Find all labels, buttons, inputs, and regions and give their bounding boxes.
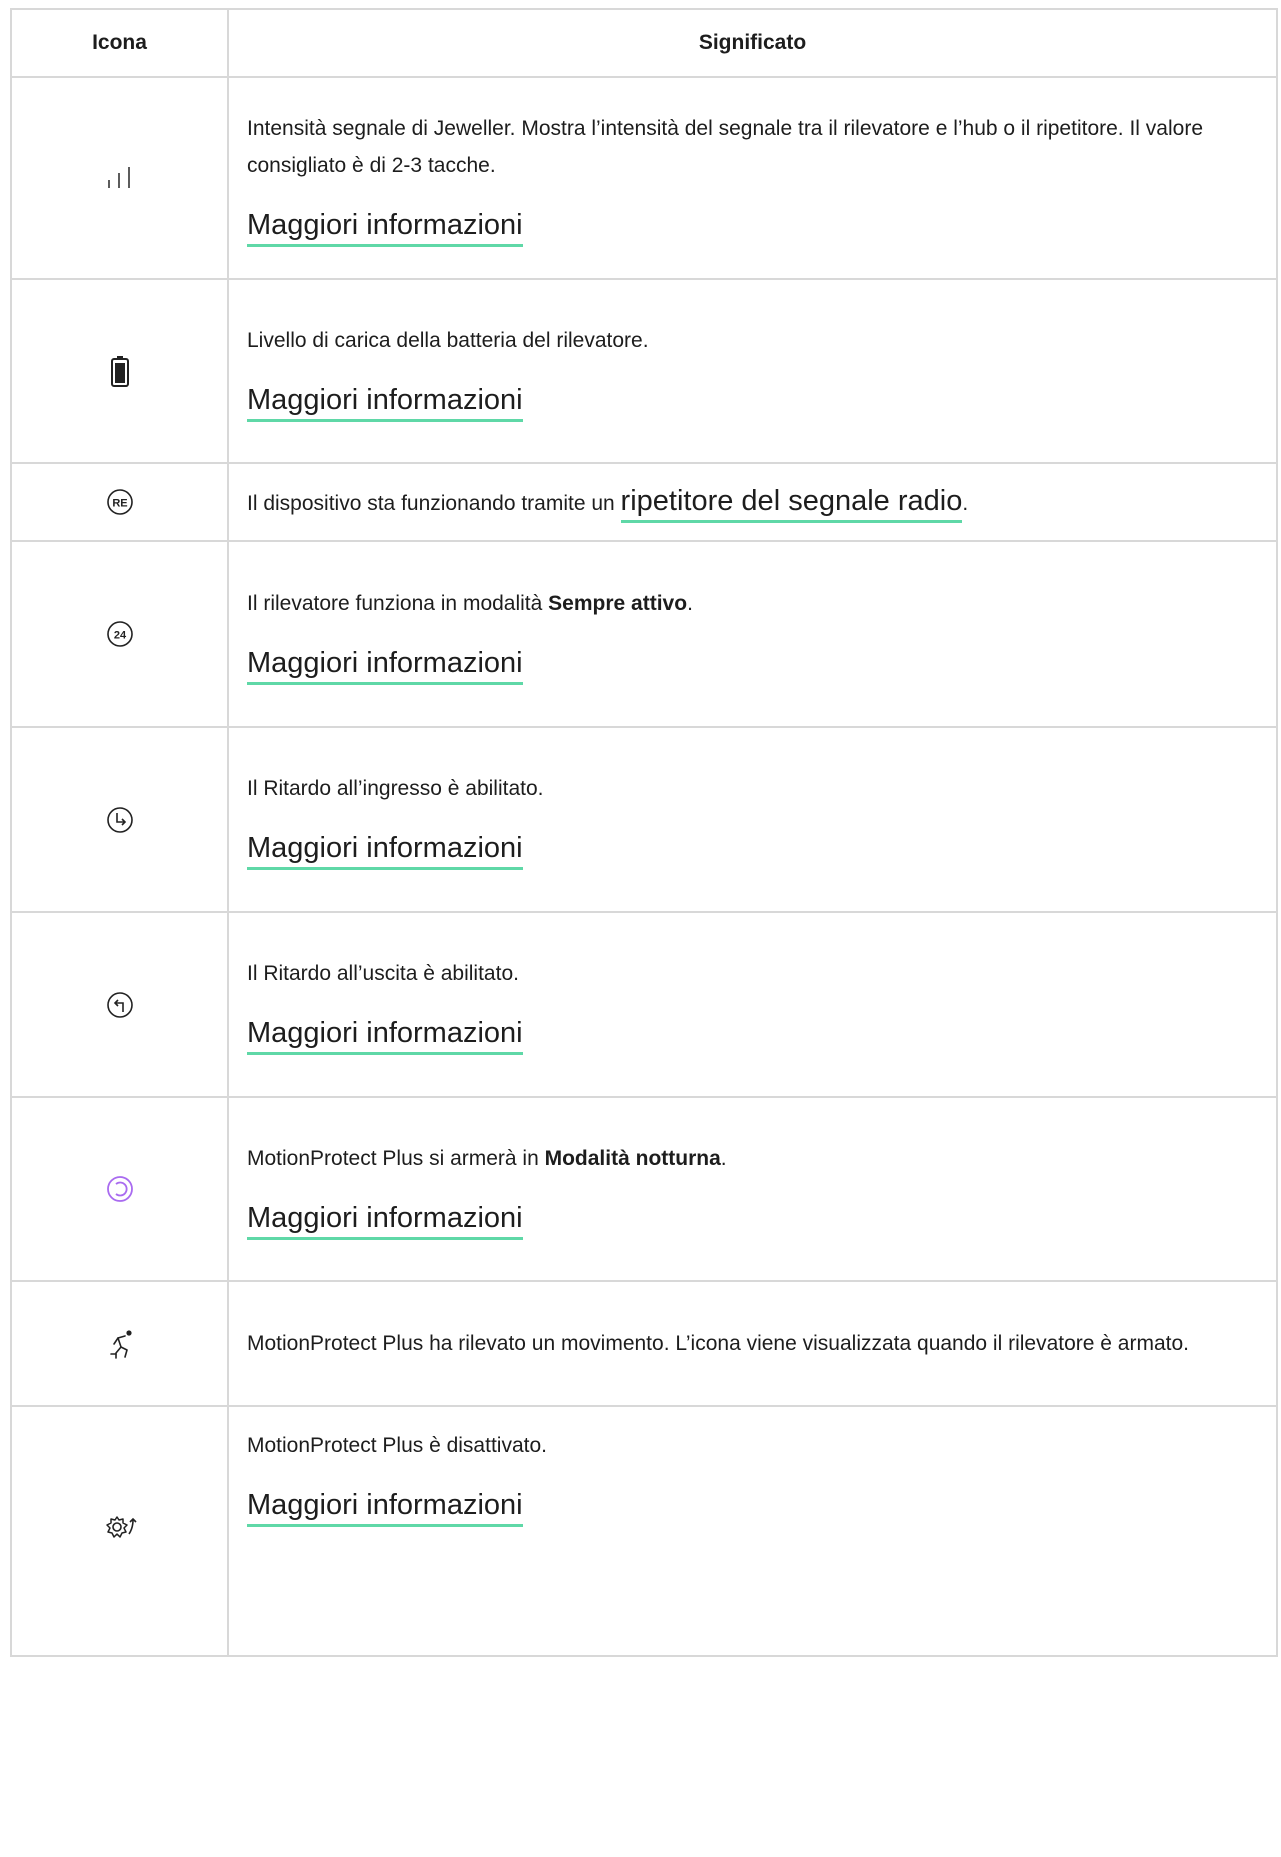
icon-meaning-table: Icona Significato Intensità segnale di J…: [10, 8, 1278, 1657]
meaning-cell: Intensità segnale di Jeweller. Mostra l’…: [227, 76, 1278, 280]
icon-cell: [10, 726, 229, 913]
row-description: Il Ritardo all’uscita è abilitato.: [247, 962, 519, 985]
always-active-24-icon: 24: [105, 621, 135, 647]
row-description: MotionProtect Plus ha rilevato un movime…: [247, 1332, 1189, 1355]
table-row: MotionProtect Plus è disattivato. Maggio…: [10, 1405, 1278, 1657]
row-description: Il dispositivo sta funzionando tramite u…: [247, 483, 1256, 523]
table-row: Livello di carica della batteria del ril…: [10, 278, 1278, 464]
meaning-cell: Il rilevatore funziona in modalità Sempr…: [227, 540, 1278, 728]
entry-delay-icon: [105, 806, 135, 833]
night-mode-icon: [105, 1176, 135, 1202]
meaning-cell: Livello di carica della batteria del ril…: [227, 278, 1278, 464]
meaning-cell: Il Ritardo all’ingresso è abilitato. Mag…: [227, 726, 1278, 913]
row-description: Livello di carica della batteria del ril…: [247, 328, 649, 352]
deactivated-gear-icon: [103, 1516, 137, 1538]
table-row: Il Ritardo all’uscita è abilitato. Maggi…: [10, 911, 1278, 1098]
motion-detected-icon: [103, 1329, 137, 1359]
icon-cell: [10, 1405, 229, 1657]
meaning-cell: MotionProtect Plus si armerà in Modalità…: [227, 1096, 1278, 1282]
icon-cell: [10, 76, 229, 280]
exit-delay-icon: [105, 991, 135, 1018]
svg-text:RE: RE: [112, 498, 127, 510]
more-info-link[interactable]: Maggiori informazioni: [247, 1017, 523, 1055]
meaning-cell: Il Ritardo all’uscita è abilitato. Maggi…: [227, 911, 1278, 1098]
row-description: Intensità segnale di Jeweller. Mostra l’…: [247, 117, 1203, 177]
more-info-link[interactable]: Maggiori informazioni: [247, 1489, 523, 1527]
repeater-link[interactable]: ripetitore del segnale radio: [620, 484, 963, 523]
table-row: MotionProtect Plus ha rilevato un movime…: [10, 1280, 1278, 1407]
row-description: MotionProtect Plus si armerà in Modalità…: [247, 1146, 727, 1170]
meaning-cell: MotionProtect Plus è disattivato. Maggio…: [227, 1405, 1278, 1657]
table-row: RE Il dispositivo sta funzionando tramit…: [10, 462, 1278, 542]
more-info-link[interactable]: Maggiori informazioni: [247, 383, 523, 422]
header-icon: Icona: [10, 8, 229, 78]
table-header-row: Icona Significato: [10, 8, 1278, 78]
more-info-link[interactable]: Maggiori informazioni: [247, 209, 523, 247]
table-row: Il Ritardo all’ingresso è abilitato. Mag…: [10, 726, 1278, 913]
row-description: Il rilevatore funziona in modalità Sempr…: [247, 591, 693, 615]
battery-icon: [110, 356, 130, 387]
icon-cell: [10, 1280, 229, 1407]
icon-cell: RE: [10, 462, 229, 542]
svg-text:24: 24: [113, 630, 126, 642]
more-info-link[interactable]: Maggiori informazioni: [247, 832, 523, 870]
signal-strength-icon: [105, 167, 135, 188]
header-meaning: Significato: [227, 8, 1278, 78]
meaning-cell: MotionProtect Plus ha rilevato un movime…: [227, 1280, 1278, 1407]
table-row: MotionProtect Plus si armerà in Modalità…: [10, 1096, 1278, 1282]
icon-cell: 24: [10, 540, 229, 728]
more-info-link[interactable]: Maggiori informazioni: [247, 646, 523, 685]
icon-cell: [10, 278, 229, 464]
repeater-re-icon: RE: [105, 489, 135, 515]
more-info-link[interactable]: Maggiori informazioni: [247, 1201, 523, 1240]
row-description: MotionProtect Plus è disattivato.: [247, 1434, 547, 1457]
meaning-cell: Il dispositivo sta funzionando tramite u…: [227, 462, 1278, 542]
table-row: Intensità segnale di Jeweller. Mostra l’…: [10, 76, 1278, 280]
row-description: Il Ritardo all’ingresso è abilitato.: [247, 777, 544, 800]
icon-cell: [10, 911, 229, 1098]
icon-cell: [10, 1096, 229, 1282]
table-row: 24 Il rilevatore funziona in modalità Se…: [10, 540, 1278, 728]
